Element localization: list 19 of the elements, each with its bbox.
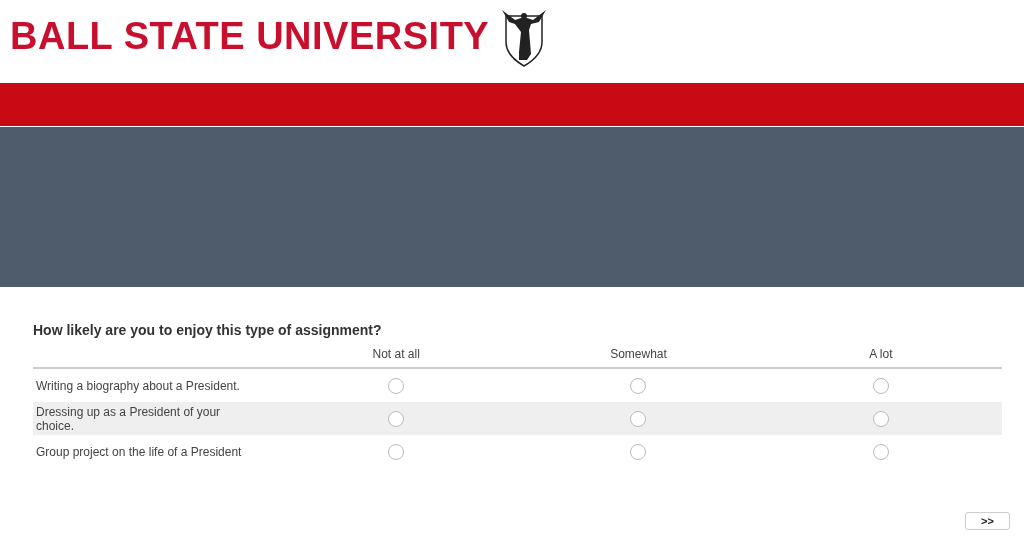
row-label: Writing a biography about a President. bbox=[35, 377, 241, 395]
radio-button[interactable] bbox=[872, 443, 889, 460]
radio-button[interactable] bbox=[872, 377, 889, 394]
radio-button[interactable] bbox=[388, 443, 405, 460]
radio-button[interactable] bbox=[388, 410, 405, 427]
radio-button[interactable] bbox=[872, 410, 889, 427]
column-header: Not at all bbox=[372, 346, 420, 363]
column-header: Somewhat bbox=[610, 346, 667, 363]
shield-emblem-icon bbox=[501, 8, 548, 68]
radio-button[interactable] bbox=[630, 443, 647, 460]
row-label: Dressing up as a President of your choice. bbox=[35, 403, 222, 435]
next-button[interactable]: >> bbox=[965, 512, 1010, 530]
radio-button[interactable] bbox=[630, 410, 647, 427]
university-logo-text: BALL STATE UNIVERSITY bbox=[10, 16, 490, 56]
column-header: A lot bbox=[869, 346, 893, 363]
row-label: Group project on the life of a President bbox=[35, 443, 243, 461]
radio-button[interactable] bbox=[630, 377, 647, 394]
radio-button[interactable] bbox=[388, 377, 405, 394]
question-title: How likely are you to enjoy this type of assignment? bbox=[33, 321, 383, 339]
